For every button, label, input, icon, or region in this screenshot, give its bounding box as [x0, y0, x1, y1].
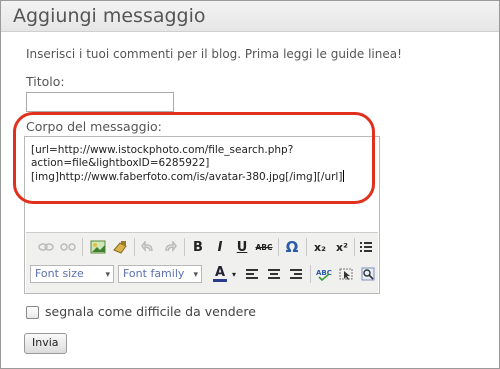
- chevron-down-icon: ▾: [193, 270, 198, 280]
- spellcheck-icon[interactable]: ABC: [314, 264, 334, 284]
- toolbar-separator: [354, 238, 355, 256]
- font-size-label: Font size: [35, 267, 84, 280]
- subscript-button[interactable]: x₂: [310, 237, 330, 257]
- page-header: Aggiungi messaggio: [1, 1, 499, 32]
- superscript-button[interactable]: x²: [332, 237, 352, 257]
- bullet-list-icon[interactable]: [356, 237, 376, 257]
- title-input[interactable]: [26, 92, 174, 112]
- link-icon[interactable]: [36, 237, 56, 257]
- chevron-down-icon: ▾: [105, 270, 110, 280]
- toolbar-separator: [310, 265, 311, 283]
- find-icon[interactable]: [358, 264, 378, 284]
- toolbar-separator: [278, 238, 279, 256]
- toolbar-separator: [184, 238, 185, 256]
- text-color-letter: A: [214, 265, 226, 280]
- font-family-label: Font family: [123, 267, 185, 280]
- redo-icon[interactable]: [160, 237, 180, 257]
- checkbox-label: segnala come difficile da vendere: [45, 304, 256, 319]
- align-left-icon[interactable]: [242, 264, 262, 284]
- font-family-select[interactable]: Font family ▾: [118, 265, 202, 283]
- font-size-select[interactable]: Font size ▾: [30, 265, 114, 283]
- toolbar-separator: [306, 238, 307, 256]
- text-color-swatch: [213, 279, 227, 282]
- unlink-icon[interactable]: [58, 237, 78, 257]
- text-color-button[interactable]: A: [210, 264, 230, 284]
- toolbar-separator: [82, 238, 83, 256]
- bold-button[interactable]: B: [188, 237, 208, 257]
- intro-text: Inserisci i tuoi commenti per il blog. P…: [26, 47, 402, 61]
- special-char-button[interactable]: Ω: [282, 237, 302, 257]
- image-icon[interactable]: [88, 237, 108, 257]
- italic-button[interactable]: I: [210, 237, 230, 257]
- toolbar-separator: [134, 238, 135, 256]
- align-right-icon[interactable]: [286, 264, 306, 284]
- undo-icon[interactable]: [138, 237, 158, 257]
- underline-button[interactable]: U: [232, 237, 252, 257]
- clean-up-icon[interactable]: [110, 237, 130, 257]
- editor-toolbar: B I U ABC Ω x₂ x² Font size ▾ Font famil…: [26, 232, 378, 293]
- align-center-icon[interactable]: [264, 264, 284, 284]
- submit-button[interactable]: Invia: [24, 333, 67, 354]
- difficult-to-sell-checkbox[interactable]: [26, 306, 39, 319]
- chevron-down-icon[interactable]: ▾: [229, 264, 239, 284]
- page-title: Aggiungi messaggio: [13, 5, 206, 27]
- select-all-icon[interactable]: [336, 264, 356, 284]
- highlight-oval: [13, 112, 375, 204]
- strikethrough-button[interactable]: ABC: [254, 237, 274, 257]
- title-label: Titolo:: [26, 74, 65, 89]
- svg-text:ABC: ABC: [316, 269, 332, 277]
- toolbar-row-1: B I U ABC Ω x₂ x²: [28, 237, 378, 259]
- toolbar-row-2: Font size ▾ Font family ▾ A ▾ ABC: [28, 264, 378, 286]
